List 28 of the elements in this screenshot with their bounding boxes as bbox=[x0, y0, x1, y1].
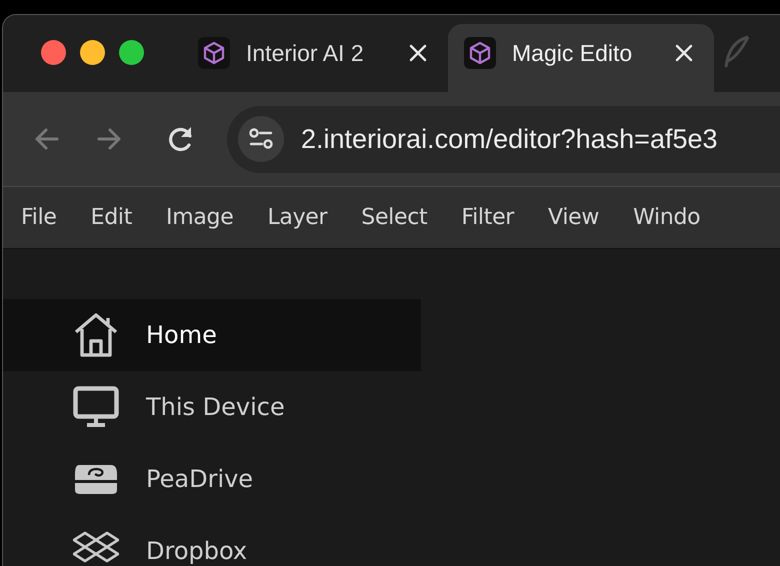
sidebar-item[interactable]: Dropbox bbox=[3, 515, 421, 566]
sidebar-item[interactable]: This Device bbox=[3, 371, 421, 443]
url-text: 2.interiorai.com/editor?hash=af5e3 bbox=[301, 124, 718, 154]
menu-item[interactable]: Layer bbox=[267, 205, 328, 230]
sliders-icon bbox=[248, 128, 274, 150]
zoom-window-button[interactable] bbox=[119, 40, 144, 65]
tab-title: Interior AI 2 bbox=[246, 40, 365, 66]
sidebar-item[interactable]: PeaDrive bbox=[3, 443, 421, 515]
house-icon bbox=[73, 312, 119, 358]
menu-item[interactable]: View bbox=[548, 205, 600, 230]
menu-item[interactable]: Image bbox=[166, 205, 234, 230]
swirl-drive-icon bbox=[73, 462, 119, 496]
cube-icon bbox=[198, 37, 230, 69]
sidebar-item[interactable]: Home bbox=[3, 299, 421, 371]
browser-tab[interactable]: Interior AI 2 bbox=[182, 24, 448, 92]
site-settings-button[interactable] bbox=[238, 116, 284, 162]
menu-item[interactable]: Filter bbox=[461, 205, 514, 230]
close-window-button[interactable] bbox=[41, 40, 66, 65]
address-bar[interactable]: 2.interiorai.com/editor?hash=af5e3 bbox=[227, 106, 780, 172]
tab-title: Magic Edito bbox=[512, 40, 634, 66]
menu-item[interactable]: Edit bbox=[90, 205, 132, 230]
browser-tab[interactable]: Magic Edito bbox=[448, 24, 714, 92]
minimize-window-button[interactable] bbox=[80, 40, 105, 65]
monitor-icon bbox=[73, 386, 119, 428]
cube-icon bbox=[464, 37, 496, 69]
menu-item[interactable]: File bbox=[21, 205, 57, 230]
menu-item[interactable]: Windo bbox=[633, 205, 700, 230]
menu-item[interactable]: Select bbox=[361, 205, 428, 230]
